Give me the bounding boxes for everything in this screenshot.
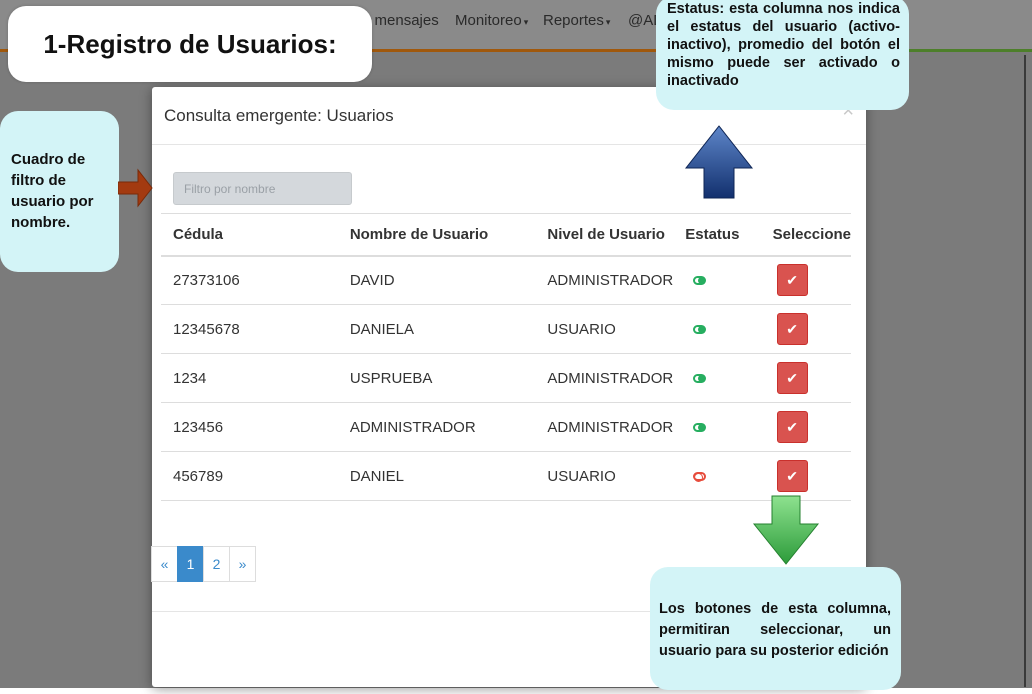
table-row: 27373106 DAVID ADMINISTRADOR ✔ xyxy=(161,255,851,305)
table-header-row: Cédula Nombre de Usuario Nivel de Usuari… xyxy=(161,213,851,257)
toggle-on-icon[interactable] xyxy=(693,275,707,285)
navbar-accent-strip xyxy=(902,49,1032,52)
cell-nivel: USUARIO xyxy=(535,304,674,354)
nav-item-reportes[interactable]: Reportes ▾ xyxy=(543,12,610,29)
cell-nivel: ADMINISTRADOR xyxy=(535,402,674,452)
check-icon: ✔ xyxy=(786,370,798,386)
arrow-down-icon xyxy=(752,495,820,565)
modal-title: Consulta emergente: Usuarios xyxy=(164,106,394,125)
cell-estatus xyxy=(673,255,761,305)
cell-nombre: DAVID xyxy=(337,255,536,305)
cell-seleccione: ✔ xyxy=(760,353,851,403)
annotation-select-note: Los botones de esta columna, permitiran … xyxy=(650,567,901,690)
cell-estatus xyxy=(673,402,761,452)
table-row: 12345678 DANIELA USUARIO ✔ xyxy=(161,304,851,354)
annotation-status-note: Estatus: esta columna nos indica el esta… xyxy=(656,0,909,110)
arrow-up-icon xyxy=(684,125,754,199)
arrow-right-icon xyxy=(118,168,153,208)
table-row: 456789 DANIEL USUARIO ✔ xyxy=(161,451,851,501)
name-filter-input[interactable] xyxy=(173,172,352,205)
cell-seleccione: ✔ xyxy=(760,304,851,354)
users-table: Cédula Nombre de Usuario Nivel de Usuari… xyxy=(161,213,851,501)
pagination-page-2[interactable]: 2 xyxy=(203,546,230,582)
cell-cedula: 456789 xyxy=(161,451,338,501)
select-user-button[interactable]: ✔ xyxy=(776,362,808,394)
select-user-button[interactable]: ✔ xyxy=(776,264,808,297)
cell-seleccione: ✔ xyxy=(760,255,851,305)
annotation-title: 1-Registro de Usuarios: xyxy=(8,6,372,82)
cell-nombre: ADMINISTRADOR xyxy=(337,402,536,452)
table-row: 123456 ADMINISTRADOR ADMINISTRADOR ✔ xyxy=(161,402,851,452)
column-header-seleccione: Seleccione xyxy=(760,213,851,257)
pagination-prev[interactable]: « xyxy=(151,546,178,582)
select-user-button[interactable]: ✔ xyxy=(776,313,808,345)
cell-nivel: USUARIO xyxy=(535,451,674,501)
cell-cedula: 1234 xyxy=(161,353,338,403)
cell-nivel: ADMINISTRADOR xyxy=(535,353,674,403)
select-user-button[interactable]: ✔ xyxy=(776,411,808,443)
cell-cedula: 27373106 xyxy=(161,255,338,305)
check-icon: ✔ xyxy=(786,419,798,435)
pagination: « 1 2 » xyxy=(151,546,256,582)
cell-cedula: 12345678 xyxy=(161,304,338,354)
toggle-off-icon[interactable] xyxy=(693,471,707,482)
cell-estatus xyxy=(673,304,761,354)
check-icon: ✔ xyxy=(786,468,798,484)
cell-estatus xyxy=(673,353,761,403)
toggle-on-icon[interactable] xyxy=(693,324,707,334)
toggle-on-icon[interactable] xyxy=(693,422,707,432)
annotation-filter-note: Cuadro de filtro de usuario por nombre. xyxy=(0,111,119,272)
cell-nombre: DANIEL xyxy=(337,451,536,501)
select-user-button[interactable]: ✔ xyxy=(776,460,808,492)
pagination-next[interactable]: » xyxy=(229,546,256,582)
cell-estatus xyxy=(673,451,761,501)
cell-seleccione: ✔ xyxy=(760,402,851,452)
check-icon: ✔ xyxy=(786,272,798,289)
cell-nombre: USPRUEBA xyxy=(337,353,536,403)
caret-down-icon: ▾ xyxy=(523,17,529,27)
nav-item-mensajes[interactable]: e mensajes xyxy=(362,12,439,29)
check-icon: ✔ xyxy=(786,321,798,337)
pagination-page-1[interactable]: 1 xyxy=(177,546,204,582)
cell-nombre: DANIELA xyxy=(337,304,536,354)
page-edge-line xyxy=(1024,55,1026,687)
column-header-cedula: Cédula xyxy=(161,213,338,257)
column-header-estatus: Estatus xyxy=(673,213,761,257)
table-row: 1234 USPRUEBA ADMINISTRADOR ✔ xyxy=(161,353,851,403)
cell-nivel: ADMINISTRADOR xyxy=(535,255,674,305)
caret-down-icon: ▾ xyxy=(605,17,611,27)
column-header-nombre: Nombre de Usuario xyxy=(337,213,536,257)
toggle-on-icon[interactable] xyxy=(693,373,707,383)
cell-cedula: 123456 xyxy=(161,402,338,452)
column-header-nivel: Nivel de Usuario xyxy=(535,213,674,257)
nav-item-monitoreo[interactable]: Monitoreo ▾ xyxy=(455,12,528,29)
